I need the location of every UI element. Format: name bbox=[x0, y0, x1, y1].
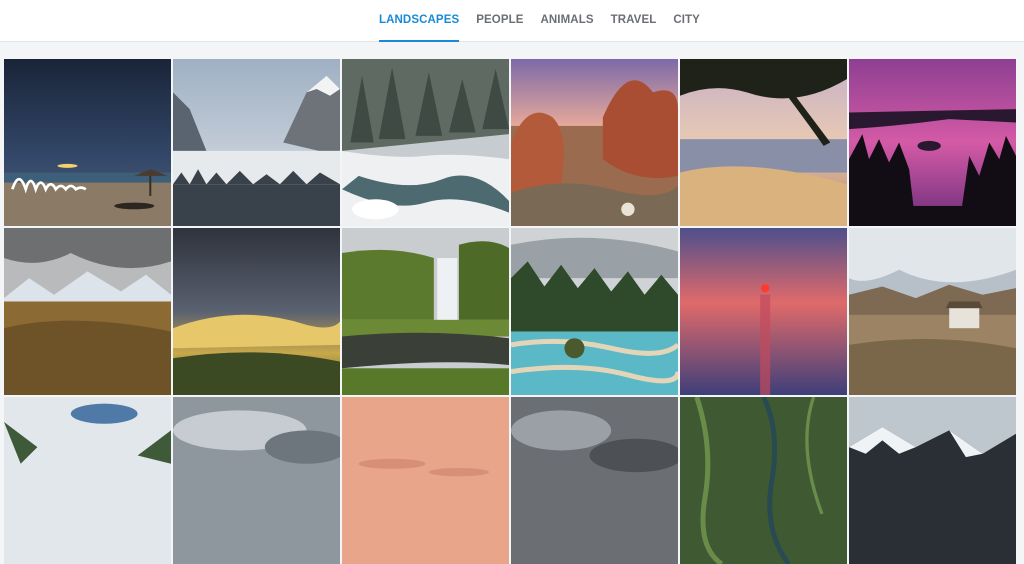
purple-lake-image bbox=[849, 59, 1016, 226]
tab-people[interactable]: PEOPLE bbox=[476, 0, 523, 41]
tab-animals[interactable]: ANIMALS bbox=[541, 0, 594, 41]
photo-red-sunset-sea[interactable] bbox=[680, 228, 847, 395]
photo-aerial-rivers[interactable] bbox=[680, 397, 847, 564]
photo-sunset-beach[interactable] bbox=[680, 59, 847, 226]
night-beach-image bbox=[4, 59, 171, 226]
desert-rocks-image bbox=[511, 59, 678, 226]
aerial-rivers-image bbox=[680, 397, 847, 564]
photo-pink-haze[interactable] bbox=[342, 397, 509, 564]
photo-mountain-grassland[interactable] bbox=[4, 228, 171, 395]
photo-snowy-creek[interactable] bbox=[342, 59, 509, 226]
photo-desert-rocks[interactable] bbox=[511, 59, 678, 226]
waterfall-image bbox=[342, 228, 509, 395]
cloudy-mountains-image bbox=[4, 397, 171, 564]
photo-cloudy-mountains[interactable] bbox=[4, 397, 171, 564]
photo-waterfall[interactable] bbox=[342, 228, 509, 395]
tab-landscapes[interactable]: LANDSCAPES bbox=[379, 0, 460, 42]
tab-travel[interactable]: TRAVEL bbox=[611, 0, 657, 41]
photo-rural-house[interactable] bbox=[849, 228, 1016, 395]
photo-gray-sky[interactable] bbox=[173, 397, 340, 564]
snowy-peak-image bbox=[849, 397, 1016, 564]
rural-house-image bbox=[849, 228, 1016, 395]
photo-foggy-valley[interactable] bbox=[173, 59, 340, 226]
red-sunset-sea-image bbox=[680, 228, 847, 395]
turquoise-pools-image bbox=[511, 228, 678, 395]
photo-night-beach[interactable] bbox=[4, 59, 171, 226]
tab-city[interactable]: CITY bbox=[673, 0, 700, 41]
pink-haze-image bbox=[342, 397, 509, 564]
sunset-beach-image bbox=[680, 59, 847, 226]
foggy-valley-image bbox=[173, 59, 340, 226]
storm-clouds-image bbox=[511, 397, 678, 564]
top-nav-bar: LANDSCAPES PEOPLE ANIMALS TRAVEL CITY bbox=[0, 0, 1024, 42]
snowy-creek-image bbox=[342, 59, 509, 226]
photo-turquoise-pools[interactable] bbox=[511, 228, 678, 395]
photo-purple-lake[interactable] bbox=[849, 59, 1016, 226]
mountain-grassland-image bbox=[4, 228, 171, 395]
category-tabs: LANDSCAPES PEOPLE ANIMALS TRAVEL CITY bbox=[379, 0, 700, 42]
gray-sky-image bbox=[173, 397, 340, 564]
photo-stormy-hills[interactable] bbox=[173, 228, 340, 395]
photo-grid bbox=[4, 59, 1020, 564]
photo-storm-clouds[interactable] bbox=[511, 397, 678, 564]
photo-snowy-peak[interactable] bbox=[849, 397, 1016, 564]
stormy-hills-image bbox=[173, 228, 340, 395]
